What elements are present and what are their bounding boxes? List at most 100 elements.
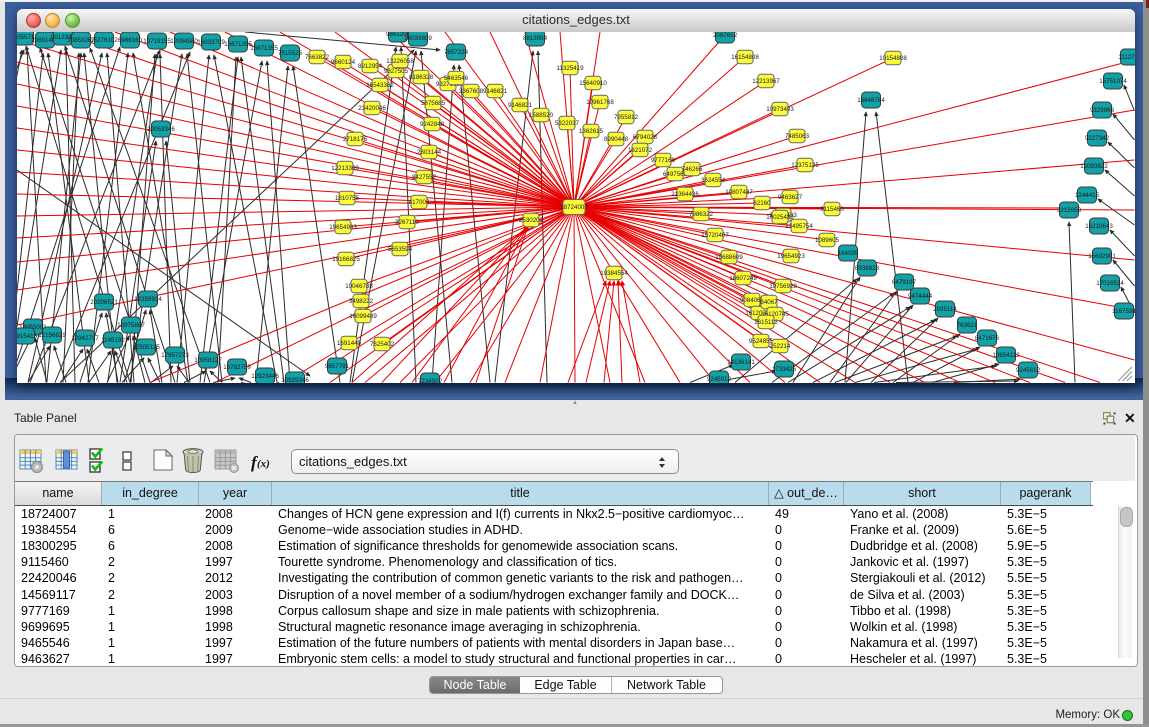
svg-text:417006: 417006: [409, 199, 430, 206]
svg-text:1362615: 1362615: [579, 128, 604, 135]
svg-text:20053346: 20053346: [147, 126, 175, 133]
svg-text:1615112: 1615112: [754, 319, 778, 326]
svg-text:84067: 84067: [760, 299, 778, 306]
svg-text:9227342: 9227342: [1085, 135, 1110, 142]
svg-text:9857791: 9857791: [325, 363, 350, 370]
svg-text:18607249: 18607249: [729, 275, 757, 282]
svg-text:9245012: 9245012: [707, 376, 732, 383]
svg-text:10807487: 10807487: [725, 189, 753, 196]
svg-text:1621072: 1621072: [628, 147, 653, 154]
svg-text:6794028: 6794028: [633, 134, 658, 141]
svg-text:3267110: 3267110: [395, 219, 419, 226]
svg-text:16782759: 16782759: [223, 364, 251, 371]
svg-text:1112753: 1112753: [1118, 54, 1134, 61]
svg-text:1167534: 1167534: [1112, 308, 1134, 315]
svg-text:7515526: 7515526: [278, 50, 303, 57]
svg-text:12942737: 12942737: [71, 335, 99, 342]
svg-text:5875685: 5875685: [421, 100, 446, 107]
svg-text:9146821: 9146821: [508, 102, 533, 109]
svg-text:7986322: 7986322: [689, 211, 714, 218]
svg-text:6479197: 6479197: [892, 279, 917, 286]
svg-text:10961768: 10961768: [586, 99, 614, 106]
svg-text:19166825: 19166825: [332, 256, 360, 263]
svg-text:23420046: 23420046: [358, 105, 386, 112]
svg-text:15640910: 15640910: [579, 80, 607, 87]
svg-text:164095: 164095: [838, 250, 859, 257]
svg-text:8990448: 8990448: [604, 136, 629, 143]
svg-text:18724007: 18724007: [560, 204, 588, 211]
svg-text:20206521: 20206521: [90, 299, 118, 306]
svg-text:17957273: 17957273: [161, 352, 189, 359]
svg-text:12094580: 12094580: [170, 38, 198, 45]
svg-text:12923446: 12923446: [251, 373, 279, 380]
svg-text:9146821: 9146821: [483, 88, 508, 95]
svg-text:12375125: 12375125: [791, 162, 819, 169]
svg-text:12156829: 12156829: [38, 332, 66, 339]
svg-text:19654983: 19654983: [329, 224, 357, 231]
svg-text:252214: 252214: [770, 343, 791, 350]
svg-text:21364436: 21364436: [671, 191, 699, 198]
svg-text:2803144: 2803144: [417, 149, 442, 156]
svg-text:2087652: 2087652: [713, 32, 738, 39]
svg-text:7857224: 7857224: [444, 49, 469, 56]
svg-text:(x): (x): [257, 458, 270, 470]
svg-text:12093822: 12093822: [1080, 163, 1108, 170]
svg-text:62160: 62160: [753, 200, 771, 207]
svg-text:14136141: 14136141: [727, 359, 755, 366]
svg-text:10929346: 10929346: [281, 377, 309, 383]
svg-text:9242848: 9242848: [420, 121, 445, 128]
svg-text:5322037: 5322037: [555, 120, 580, 127]
svg-text:13495754: 13495754: [785, 223, 813, 230]
svg-text:16671355: 16671355: [250, 45, 278, 52]
svg-text:2935114: 2935114: [933, 306, 957, 313]
svg-text:9327505: 9327505: [384, 68, 409, 75]
svg-text:12505135: 12505135: [132, 344, 160, 351]
svg-text:16033809: 16033809: [404, 35, 432, 42]
svg-text:16033709: 16033709: [197, 39, 225, 46]
svg-text:10958127: 10958127: [194, 357, 222, 364]
svg-text:16210643: 16210643: [1085, 223, 1113, 230]
svg-text:16099489: 16099489: [349, 313, 377, 320]
svg-text:16543362: 16543362: [366, 82, 394, 89]
svg-text:9463627: 9463627: [778, 194, 803, 201]
svg-text:2530203: 2530203: [519, 217, 544, 224]
svg-text:763621: 763621: [957, 322, 978, 329]
svg-text:10975867: 10975867: [117, 322, 145, 329]
svg-text:7485063: 7485063: [785, 133, 810, 140]
svg-text:7955812: 7955812: [614, 114, 639, 121]
svg-text:16154808: 16154808: [731, 54, 759, 61]
svg-text:3498222: 3498222: [349, 298, 374, 305]
svg-text:10688609: 10688609: [715, 254, 743, 261]
svg-text:11325419: 11325419: [556, 65, 584, 72]
svg-text:12213369: 12213369: [331, 165, 359, 172]
svg-text:15276102: 15276102: [90, 37, 118, 44]
svg-text:3215958: 3215958: [1057, 207, 1082, 214]
svg-text:5463546: 5463546: [444, 75, 469, 82]
svg-text:16648784: 16648784: [857, 97, 885, 104]
svg-text:12213967: 12213967: [752, 78, 780, 85]
svg-text:9329966: 9329966: [1090, 107, 1115, 114]
svg-text:12359934: 12359934: [134, 296, 162, 303]
svg-text:1145192: 1145192: [101, 337, 125, 344]
svg-text:17016534: 17016534: [1096, 280, 1124, 287]
svg-text:9660124: 9660124: [331, 59, 356, 66]
svg-text:8912954: 8912954: [358, 63, 383, 70]
svg-text:746266: 746266: [682, 166, 703, 173]
svg-text:10046788: 10046788: [345, 283, 373, 290]
svg-text:19756928: 19756928: [769, 283, 797, 290]
svg-text:6966160: 6966160: [118, 37, 143, 44]
svg-text:1733426: 1733426: [772, 366, 797, 373]
svg-text:2718176: 2718176: [343, 136, 368, 143]
svg-text:10154808: 10154808: [879, 55, 907, 62]
svg-text:9915413: 9915413: [17, 333, 38, 340]
svg-text:1810755: 1810755: [335, 195, 360, 202]
svg-text:5653594: 5653594: [388, 246, 413, 253]
svg-text:8813054: 8813054: [523, 35, 548, 42]
svg-text:9474444: 9474444: [908, 293, 933, 300]
svg-text:1691440: 1691440: [337, 340, 362, 347]
svg-text:9245612: 9245612: [1016, 367, 1041, 374]
svg-text:9777169: 9777169: [651, 157, 676, 164]
svg-text:15720407: 15720407: [701, 232, 729, 239]
svg-text:8471676: 8471676: [975, 335, 1000, 342]
svg-text:10719155: 10719155: [143, 38, 171, 45]
